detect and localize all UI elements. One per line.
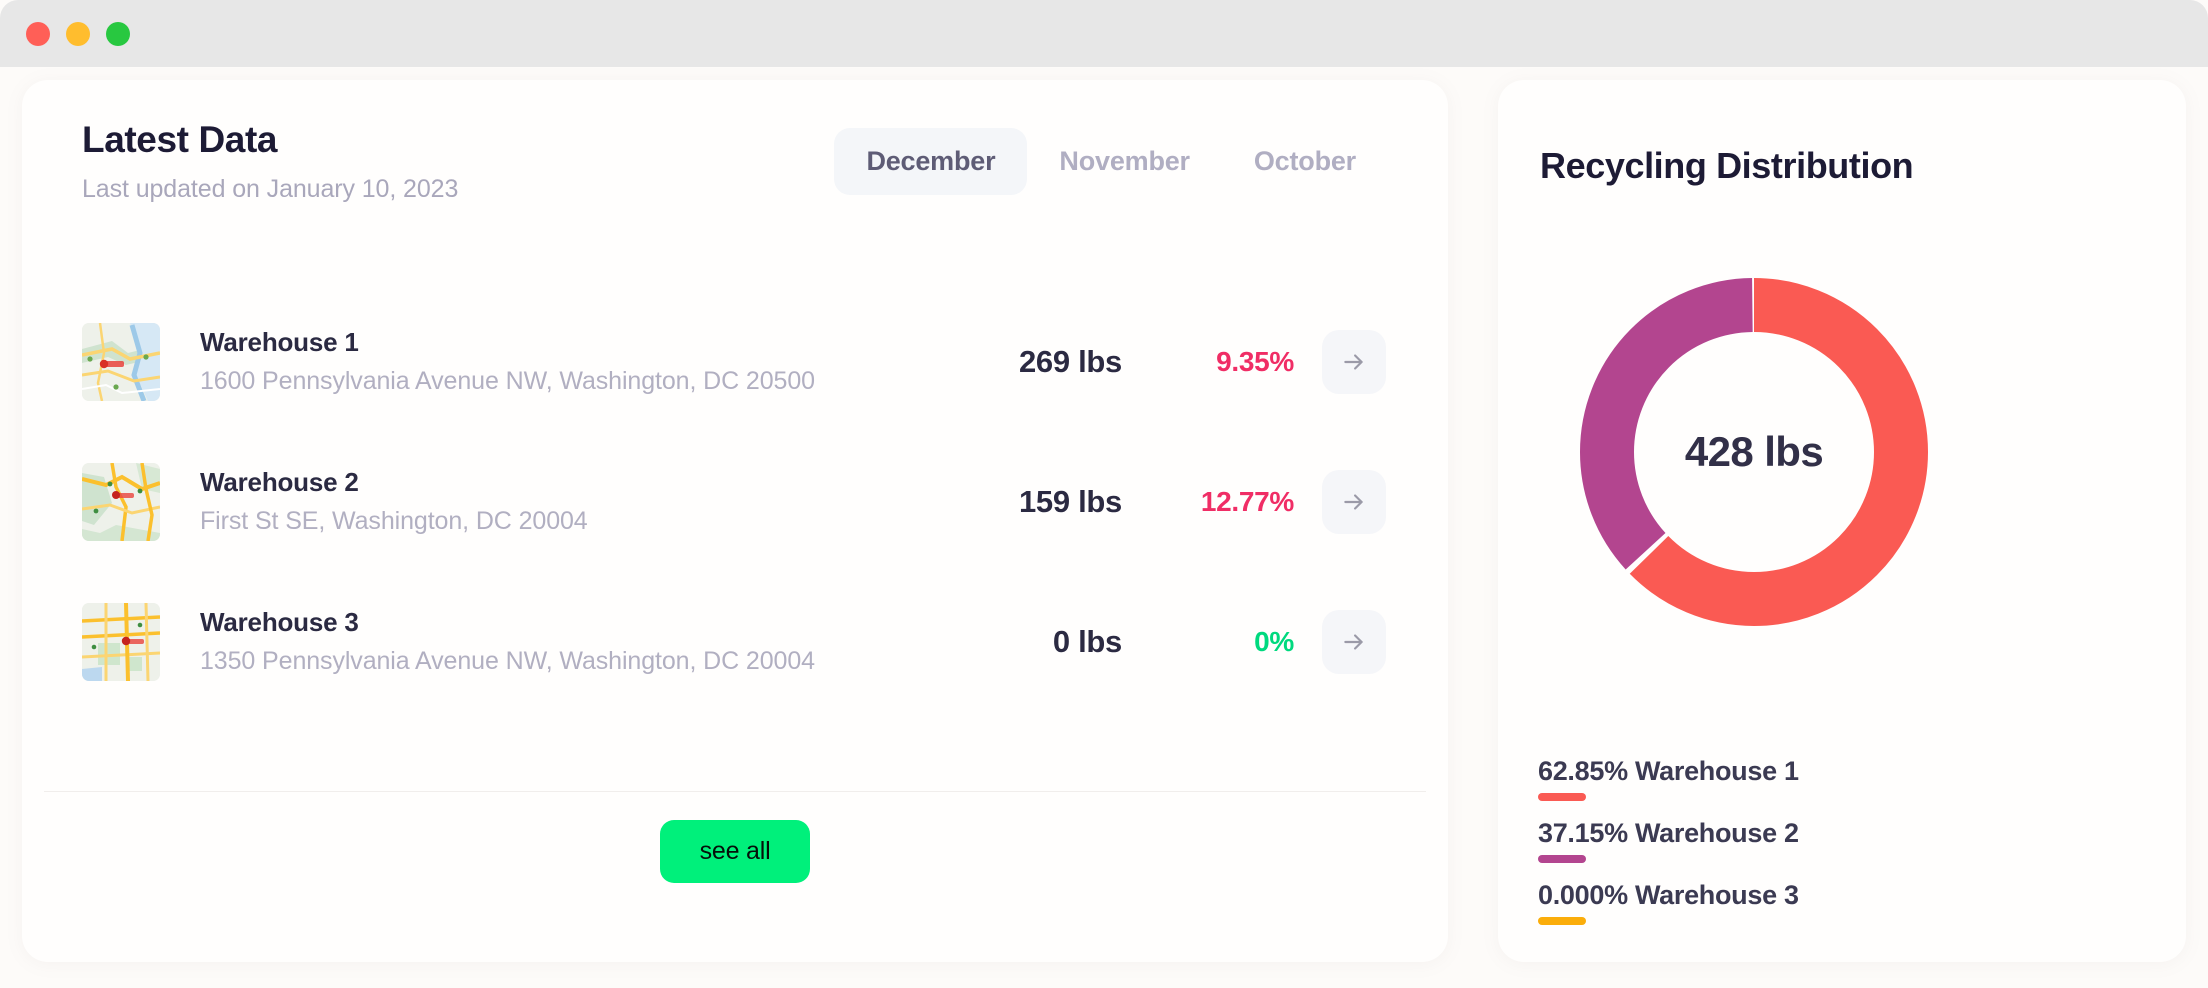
maximize-window-button[interactable]: [106, 21, 130, 46]
close-window-button[interactable]: [26, 21, 50, 46]
legend-label: 62.85% Warehouse 1: [1538, 756, 1799, 786]
legend-item-warehouse-3: 0.000% Warehouse 3: [1538, 880, 2138, 925]
arrow-right-icon: [1341, 629, 1367, 655]
warehouse-name: Warehouse 3: [200, 607, 359, 638]
warehouse-list: Warehouse 1 1600 Pennsylvania Avenue NW,…: [60, 292, 1410, 712]
table-row[interactable]: Warehouse 1 1600 Pennsylvania Avenue NW,…: [60, 292, 1410, 432]
section-divider: [44, 791, 1426, 792]
donut-chart: 428 lbs: [1580, 278, 1928, 626]
row-detail-button[interactable]: [1322, 610, 1386, 674]
legend-swatch-warehouse-1: [1538, 793, 1586, 801]
tab-october[interactable]: October: [1222, 128, 1388, 195]
chart-legend: 62.85% Warehouse 1 37.15% Warehouse 2 0.…: [1538, 756, 2138, 942]
legend-label: 0.000% Warehouse 3: [1538, 880, 1799, 910]
legend-label: 37.15% Warehouse 2: [1538, 818, 1799, 848]
warehouse-change-percent: 12.77%: [1200, 486, 1294, 517]
recycling-title: Recycling Distribution: [1540, 145, 1914, 186]
month-tabs: December November October: [834, 128, 1388, 195]
donut-center-value: 428 lbs: [1684, 428, 1824, 475]
warehouse-weight: 269 lbs: [1018, 344, 1122, 380]
row-detail-button[interactable]: [1322, 330, 1386, 394]
warehouse-info: Warehouse 3 1350 Pennsylvania Avenue NW,…: [160, 607, 972, 677]
latest-data-card: Latest Data Last updated on January 10, …: [22, 80, 1448, 962]
tab-december[interactable]: December: [834, 128, 1028, 195]
latest-data-header: Latest Data Last updated on January 10, …: [82, 119, 1388, 240]
legend-swatch-warehouse-2: [1538, 855, 1586, 863]
legend-item-warehouse-1: 62.85% Warehouse 1: [1538, 756, 2138, 801]
row-detail-button[interactable]: [1322, 470, 1386, 534]
warehouse-info: Warehouse 2 First St SE, Washington, DC …: [160, 467, 972, 537]
table-row[interactable]: Warehouse 2 First St SE, Washington, DC …: [60, 432, 1410, 572]
warehouse-address: 1350 Pennsylvania Avenue NW, Washington,…: [200, 647, 815, 676]
warehouse-weight: 159 lbs: [1018, 484, 1122, 520]
map-thumbnail-icon: [82, 463, 160, 541]
minimize-window-button[interactable]: [66, 21, 90, 46]
warehouse-name: Warehouse 1: [200, 327, 359, 358]
tab-november[interactable]: November: [1027, 128, 1221, 195]
app-window: Latest Data Last updated on January 10, …: [0, 0, 2208, 988]
map-thumbnail-icon: [82, 323, 160, 401]
warehouse-change-percent: 9.35%: [1216, 346, 1294, 377]
warehouse-info: Warehouse 1 1600 Pennsylvania Avenue NW,…: [160, 327, 972, 397]
arrow-right-icon: [1341, 349, 1367, 375]
see-all-button[interactable]: see all: [659, 820, 811, 883]
warehouse-address: First St SE, Washington, DC 20004: [200, 507, 588, 536]
legend-item-warehouse-2: 37.15% Warehouse 2: [1538, 818, 2138, 863]
window-titlebar: [0, 0, 2208, 67]
map-thumbnail-icon: [82, 603, 160, 681]
table-row[interactable]: Warehouse 3 1350 Pennsylvania Avenue NW,…: [60, 572, 1410, 712]
warehouse-weight: 0 lbs: [1052, 624, 1122, 660]
legend-swatch-warehouse-3: [1538, 917, 1586, 925]
warehouse-name: Warehouse 2: [200, 467, 359, 498]
warehouse-change-percent: 0%: [1254, 626, 1294, 657]
card-footer: see all: [22, 820, 1448, 883]
recycling-distribution-card: Recycling Distribution 428 lbs 62.85% Wa…: [1498, 80, 2186, 962]
warehouse-address: 1600 Pennsylvania Avenue NW, Washington,…: [200, 367, 815, 396]
arrow-right-icon: [1341, 489, 1367, 515]
